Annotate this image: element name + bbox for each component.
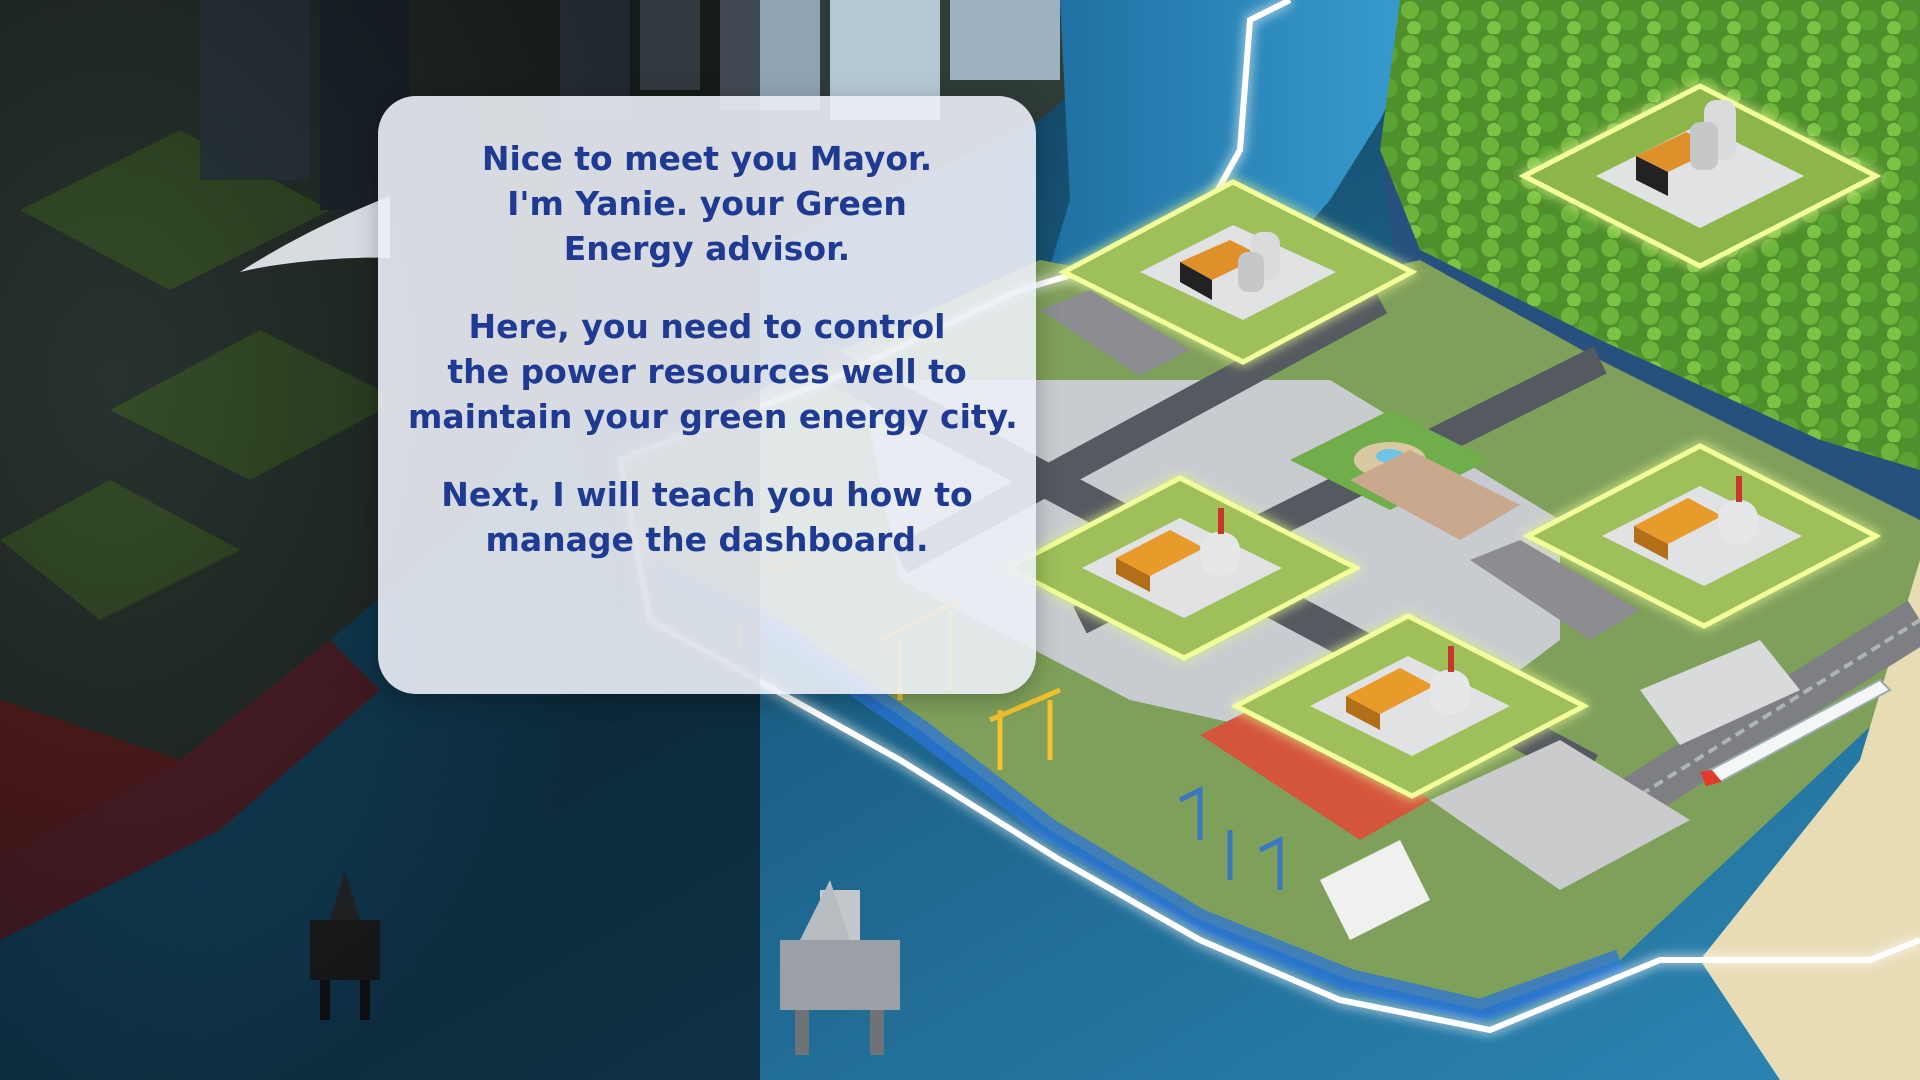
- advisor-speech-bubble[interactable]: Nice to meet you Mayor. I'm Yanie. your …: [378, 96, 1036, 694]
- dialog-paragraph-task: Here, you need to control the power reso…: [408, 304, 1018, 439]
- dialog-paragraph-next: Next, I will teach you how to manage the…: [408, 472, 1006, 562]
- dialog-line: the power resources well to: [447, 352, 967, 391]
- dialog-paragraph-intro: Nice to meet you Mayor. I'm Yanie. your …: [408, 136, 1006, 271]
- dialog-line: Nice to meet you Mayor.: [481, 139, 933, 178]
- dialog-line: maintain your green energy city.: [408, 397, 1018, 436]
- game-scene: Nice to meet you Mayor. I'm Yanie. your …: [0, 0, 1920, 1080]
- dialog-line: Here, you need to control: [468, 307, 946, 346]
- dialog-line: Next, I will teach you how to: [441, 475, 973, 514]
- speech-bubble-tail: [240, 196, 390, 272]
- dialog-line: manage the dashboard.: [485, 520, 929, 559]
- dialog-line: I'm Yanie. your Green: [507, 184, 907, 223]
- dialog-line: Energy advisor.: [563, 229, 851, 268]
